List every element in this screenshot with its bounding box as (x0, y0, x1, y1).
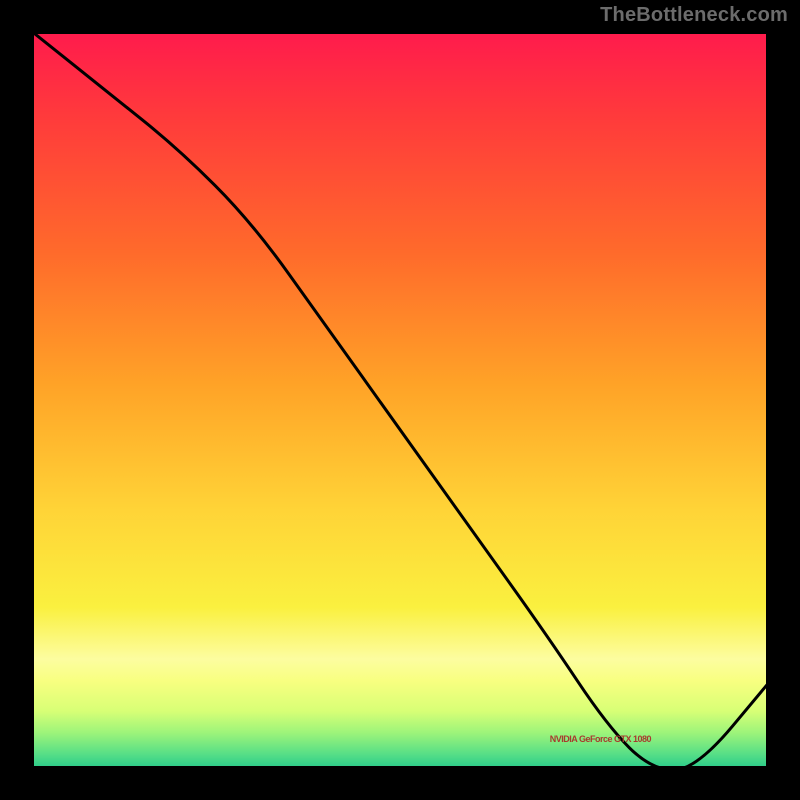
bottleneck-curve (30, 30, 770, 770)
chart-frame: TheBottleneck.com NVIDIA GeForce GTX 108… (0, 0, 800, 800)
watermark-text: TheBottleneck.com (600, 4, 788, 27)
gpu-annotation: NVIDIA GeForce GTX 1080 (550, 734, 651, 744)
